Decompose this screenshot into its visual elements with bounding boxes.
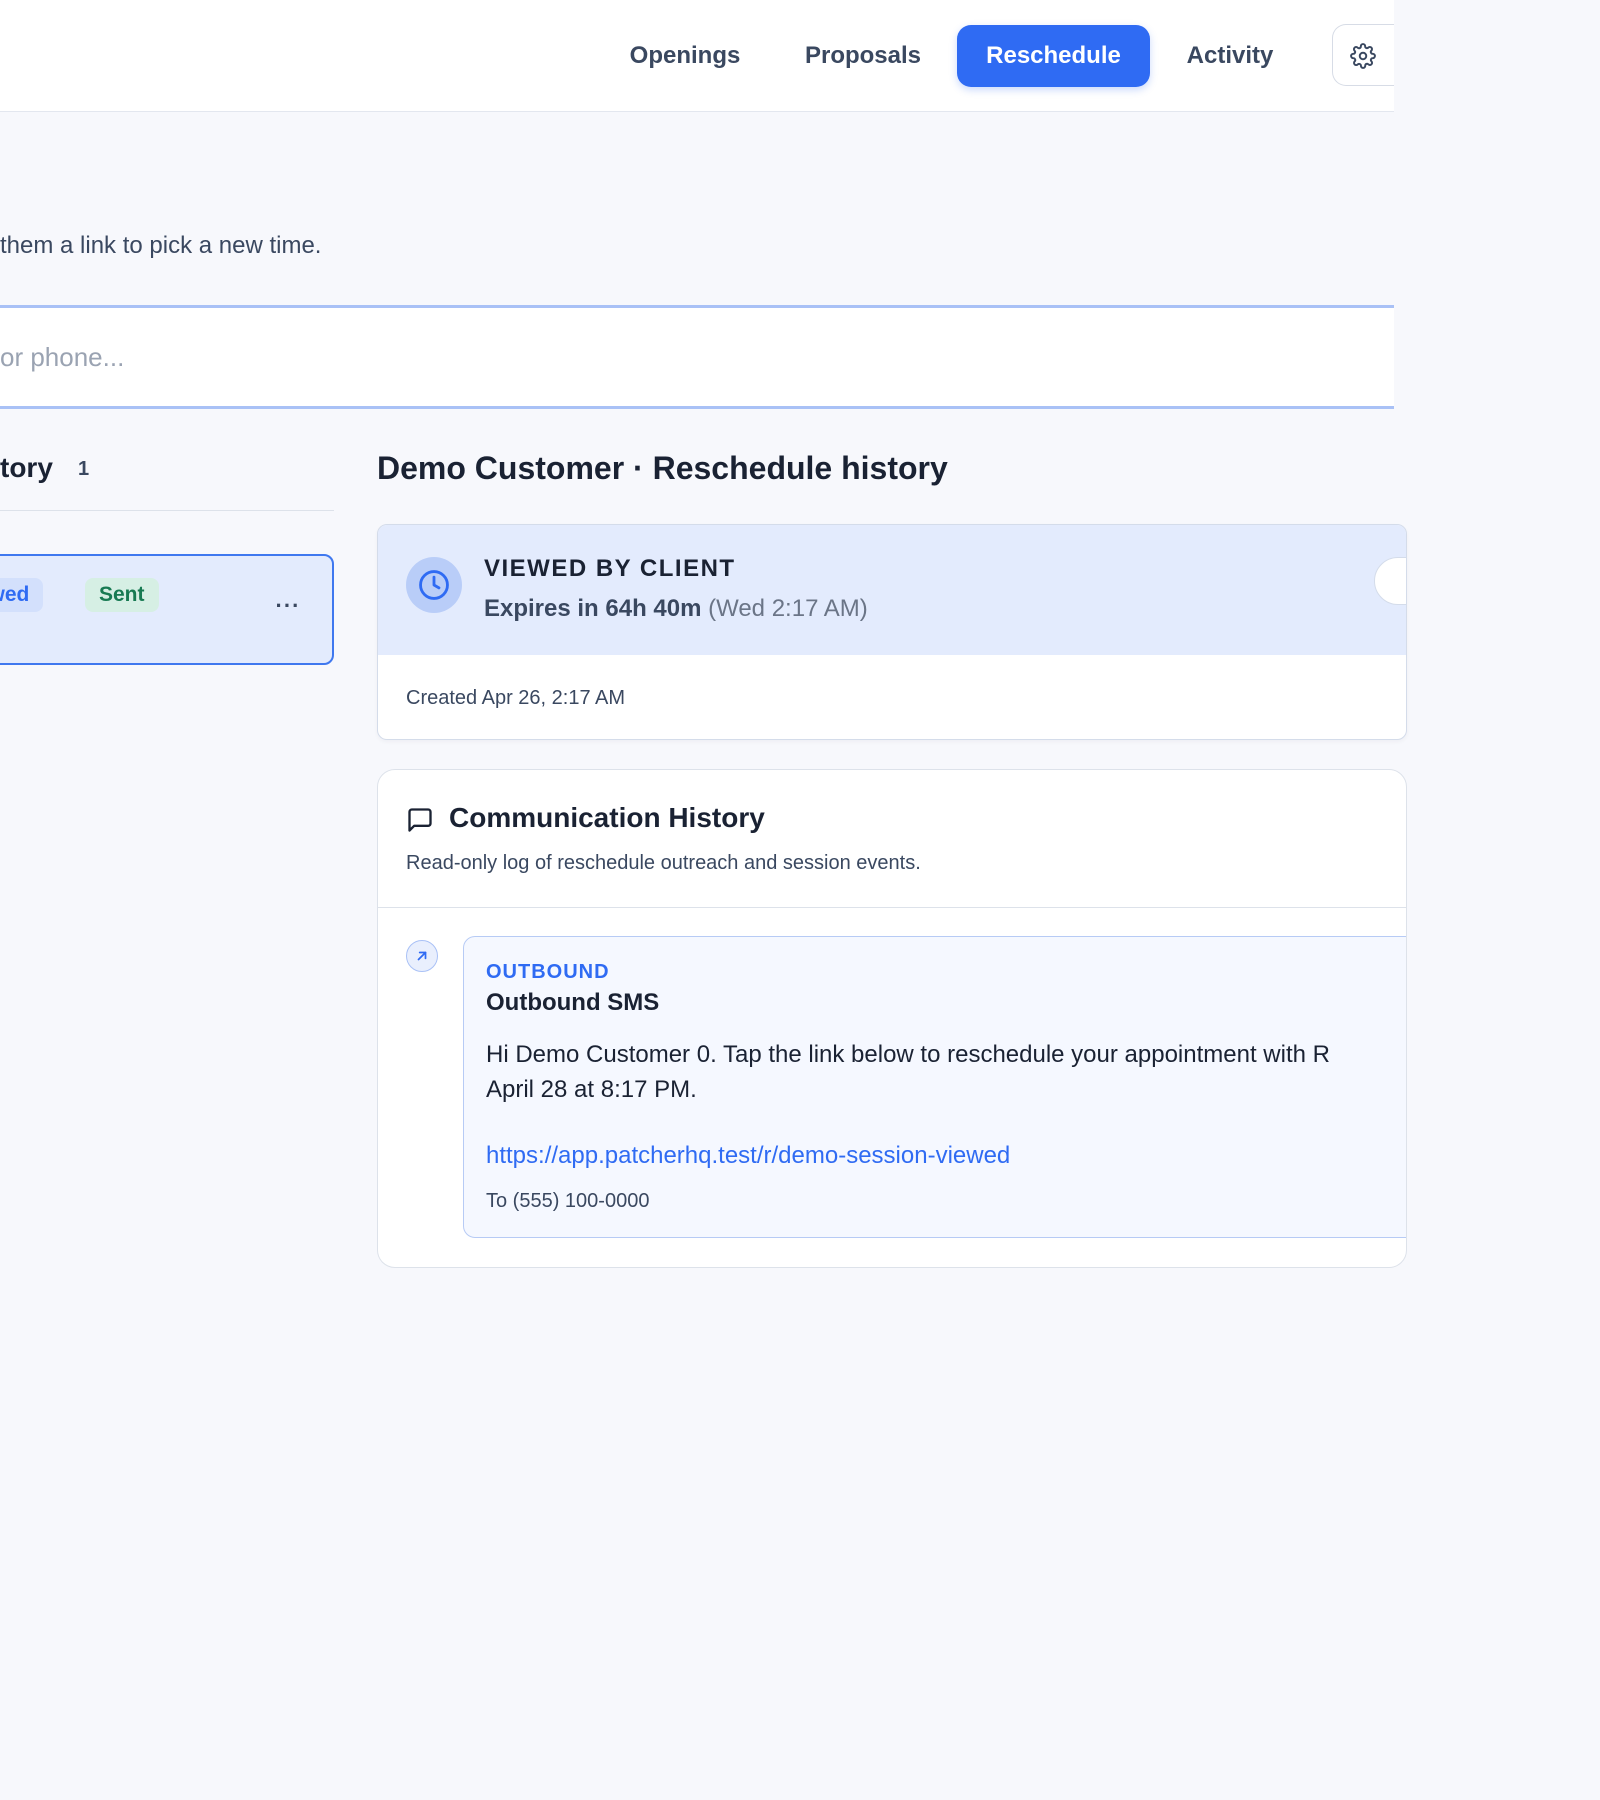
- status-header: VIEWED BY CLIENT Expires in 64h 40m (Wed…: [378, 525, 1406, 655]
- status-icon-badge: [406, 557, 462, 613]
- expiry-countdown: Expires in 64h 40m: [484, 595, 702, 622]
- status-action-button[interactable]: [1374, 557, 1406, 605]
- list-header: tory: [0, 452, 53, 483]
- tab-activity[interactable]: Activity: [1168, 25, 1292, 87]
- message-recipient: To (555) 100-0000: [486, 1190, 650, 1212]
- reschedule-link[interactable]: https://app.patcherhq.test/r/demo-sessio…: [486, 1142, 1010, 1170]
- search-box: [0, 305, 1394, 409]
- communication-history-card: Communication History Read-only log of r…: [377, 769, 1407, 1268]
- section-divider: [378, 907, 1406, 908]
- message-body-line: Hi Demo Customer 0. Tap the link below t…: [486, 1041, 1330, 1068]
- tab-reschedule[interactable]: Reschedule: [957, 25, 1150, 87]
- clock-icon: [419, 570, 449, 600]
- list-divider: [0, 510, 334, 511]
- list-item[interactable]: iewed Sent ···: [0, 554, 334, 665]
- detail-title: Demo Customer · Reschedule history: [377, 450, 948, 486]
- status-badge-viewed: iewed: [0, 578, 44, 612]
- top-nav-bar: Openings Proposals Reschedule Activity: [0, 0, 1394, 112]
- tab-openings[interactable]: Openings: [612, 25, 758, 87]
- arrow-up-right-icon: [417, 951, 427, 961]
- status-badge-viewed-label: iewed: [0, 583, 30, 606]
- settings-button[interactable]: [1332, 24, 1394, 86]
- created-timestamp: Created Apr 26, 2:17 AM: [406, 687, 626, 709]
- message-body-line: April 28 at 8:17 PM.: [486, 1076, 697, 1103]
- status-label: VIEWED BY CLIENT: [484, 555, 736, 582]
- message-body: Hi Demo Customer 0. Tap the link below t…: [486, 1037, 1406, 1107]
- list-count: 1: [78, 458, 90, 480]
- communication-history-title: Communication History: [449, 802, 765, 833]
- gear-icon: [1350, 43, 1376, 69]
- message-title: Outbound SMS: [486, 989, 660, 1016]
- message-direction: OUTBOUND: [486, 961, 610, 983]
- page-subtitle: them a link to pick a new time.: [0, 232, 322, 259]
- message-entry: OUTBOUND Outbound SMS Hi Demo Customer 0…: [463, 936, 1406, 1238]
- outbound-indicator: [406, 940, 438, 972]
- expiry-datetime: (Wed 2:17 AM): [708, 595, 868, 622]
- communication-history-description: Read-only log of reschedule outreach and…: [406, 852, 921, 874]
- session-status-card: VIEWED BY CLIENT Expires in 64h 40m (Wed…: [377, 524, 1407, 740]
- status-badge-sent: Sent: [85, 578, 159, 612]
- more-options-button[interactable]: ···: [270, 595, 306, 626]
- tab-proposals[interactable]: Proposals: [790, 25, 936, 87]
- message-square-icon: [408, 808, 432, 832]
- search-input[interactable]: [0, 308, 1394, 406]
- status-expiry: Expires in 64h 40m (Wed 2:17 AM): [484, 595, 868, 623]
